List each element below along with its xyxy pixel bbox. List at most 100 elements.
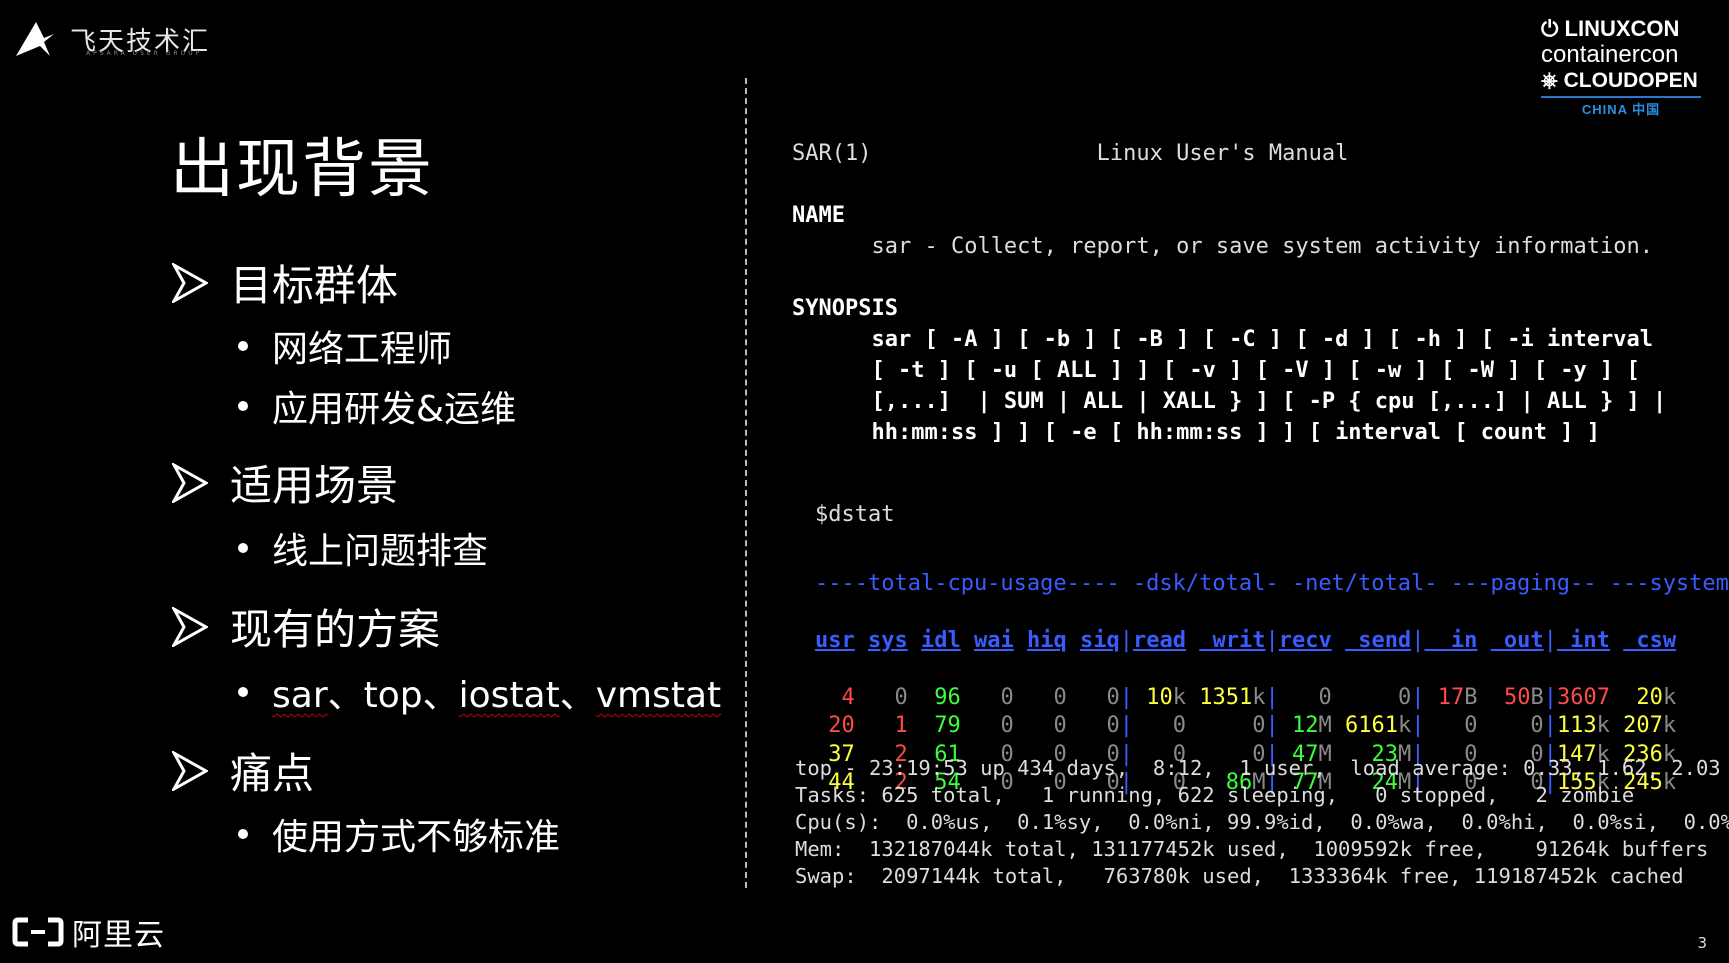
section-heading-1: 目标群体	[172, 252, 398, 313]
manpage-header-center: Linux User's Manual	[1096, 141, 1349, 166]
dstat-cell: 0	[1080, 713, 1120, 738]
dstat-col-read: read	[1133, 627, 1186, 653]
bullet-text: 线上问题排查	[272, 531, 489, 572]
bullet-dot	[238, 687, 248, 697]
bullet-text: 应用研发&运维	[272, 389, 517, 430]
section-heading-text: 适用场景	[230, 461, 399, 510]
dstat-cell: 0	[868, 684, 908, 710]
conference-line3: ⎈ CLOUDOPEN	[1541, 70, 1701, 98]
dstat-cell: 0	[1133, 713, 1186, 738]
dstat-groups: ----total-cpu-usage---- -dsk/total- -net…	[815, 570, 1729, 596]
section-heading-text: 痛点	[230, 749, 315, 798]
bullet-text: 网络工程师	[272, 329, 453, 370]
conference-logo: ⏻ LINUXCON containercon ⎈ CLOUDOPEN CHIN…	[1541, 18, 1701, 116]
dstat-cell: 113	[1556, 713, 1597, 738]
apsara-logo-icon	[16, 22, 54, 56]
dstat-col-in: in	[1424, 627, 1478, 653]
manpage-synopsis-line: hh:mm:ss ] ] [ -e [ hh:mm:ss ] ] [ inter…	[871, 420, 1600, 445]
brand-sub: APSARA USER GROUP	[86, 50, 203, 57]
bullet-dot	[238, 543, 248, 553]
section-heading-4: 痛点	[172, 740, 314, 801]
bullet-dot	[238, 829, 248, 839]
dstat-col-wai: wai	[974, 627, 1014, 653]
dstat-command: $dstat	[815, 501, 895, 527]
manpage-synopsis-line: [ -t ] [ -u [ ALL ] ] [ -v ] [ -V ] [ -w…	[871, 358, 1640, 383]
dstat-cell: 0	[1027, 684, 1067, 710]
manpage-name-label: NAME	[792, 203, 845, 228]
section-heading-text: 目标群体	[230, 261, 399, 310]
dstat-cell: 12	[1278, 713, 1319, 738]
top-line: Cpu(s): 0.0%us, 0.1%sy, 0.0%ni, 99.9%id,…	[795, 810, 1729, 834]
manpage-synopsis-line: sar [ -A ] [ -b ] [ -B ] [ -C ] [ -d ] […	[871, 327, 1653, 352]
dstat-cell: 0	[1080, 684, 1120, 710]
dstat-col-siq: siq	[1080, 627, 1120, 653]
dstat-cell: 0	[1490, 713, 1544, 738]
dstat-row: 4 0 96 0 0 0| 10k 1351k| 0 0| 17B 50B|36…	[815, 684, 1677, 710]
manpage-synopsis-label: SYNOPSIS	[792, 296, 898, 321]
arrow-bullet-icon	[172, 750, 208, 791]
dstat-col-int: int	[1556, 627, 1610, 653]
dstat-col-usr: usr	[815, 627, 855, 653]
section-heading-3: 现有的方案	[172, 596, 440, 657]
dstat-cell: 50	[1490, 684, 1531, 710]
arrow-bullet-icon	[172, 262, 208, 303]
section-heading-text: 现有的方案	[230, 605, 441, 654]
dstat-cell: 1	[868, 713, 908, 738]
bullet-text: 使用方式不够标准	[272, 817, 561, 858]
bullet-dot	[238, 341, 248, 351]
dstat-cell: 1351	[1199, 684, 1253, 710]
bullet-item: 网络工程师	[238, 320, 452, 372]
dstat-cell: 10	[1133, 684, 1173, 710]
dstat-cell: 0	[974, 684, 1014, 710]
sar-manpage: SAR(1) Linux User's Manual NAME sar - Co…	[792, 138, 1666, 448]
dstat-cell: 4	[815, 684, 855, 710]
dstat-cell: 0	[1027, 713, 1067, 738]
dstat-cell: 20	[1623, 684, 1663, 710]
bullet-dot	[238, 401, 248, 411]
arrow-bullet-icon	[172, 606, 208, 647]
dstat-col-writ: writ	[1199, 627, 1266, 653]
conference-line2: containercon	[1541, 41, 1679, 68]
conference-line4: CHINA 中国	[1581, 102, 1661, 117]
dstat-cell: 20	[815, 713, 855, 738]
dstat-cell: 0	[1344, 684, 1412, 710]
conference-line1: ⏻ LINUXCON	[1541, 16, 1680, 41]
dstat-cell: 17	[1424, 684, 1465, 710]
top-line: Tasks: 625 total, 1 running, 622 sleepin…	[795, 783, 1635, 807]
manpage-synopsis-line: [,...] | SUM | ALL | XALL } ] [ -P { cpu…	[871, 389, 1667, 414]
arrow-bullet-icon	[172, 462, 208, 503]
brand-logo: 飞天技术汇 APSARA USER GROUP	[14, 20, 210, 58]
bullet-item: 使用方式不够标准	[238, 808, 560, 860]
slide-title: 出现背景	[170, 133, 434, 207]
top-output: top - 23:19:53 up 434 days, 8:12, 1 user…	[795, 755, 1729, 890]
manpage-name-text: sar - Collect, report, or save system ac…	[871, 234, 1653, 259]
aliyun-mark-icon	[12, 917, 64, 947]
top-line: Swap: 2097144k total, 763780k used, 1333…	[795, 864, 1684, 888]
dstat-col-csw: csw	[1623, 627, 1677, 653]
dstat-cell: 79	[921, 713, 961, 738]
dstat-cell: 0	[1424, 713, 1478, 738]
aliyun-logo: 阿里云	[12, 910, 165, 954]
bullet-item: 应用研发&运维	[238, 380, 516, 432]
bullet-item: 线上问题排查	[238, 522, 488, 574]
section-heading-2: 适用场景	[172, 452, 398, 513]
dstat-col-hiq: hiq	[1027, 627, 1067, 653]
dstat-col-out: out	[1490, 627, 1544, 653]
dstat-col-recv: recv	[1278, 627, 1332, 653]
dstat-col-idl: idl	[921, 627, 961, 653]
aliyun-text: 阿里云	[72, 918, 165, 953]
dstat-col-sys: sys	[868, 627, 908, 653]
top-line: Mem: 132187044k total, 131177452k used, …	[795, 837, 1709, 861]
bullet-item-tools: sar、top、iostat、vmstat	[238, 666, 721, 718]
tools-text: sar、top、iostat、vmstat	[272, 675, 722, 716]
dstat-cell: 96	[921, 684, 961, 710]
page-number: 3	[1697, 934, 1707, 952]
dashed-divider	[745, 78, 747, 888]
dstat-cell: 6161	[1344, 713, 1398, 738]
dstat-cell: 207	[1623, 713, 1663, 738]
top-line: top - 23:19:53 up 434 days, 8:12, 1 user…	[795, 756, 1721, 780]
dstat-cell: 0	[974, 713, 1014, 738]
dstat-column-headers: usr sys idl wai hiq siq|read writ|recv s…	[815, 627, 1677, 653]
dstat-cell: 3607	[1556, 684, 1610, 710]
dstat-col-send: send	[1344, 627, 1412, 653]
